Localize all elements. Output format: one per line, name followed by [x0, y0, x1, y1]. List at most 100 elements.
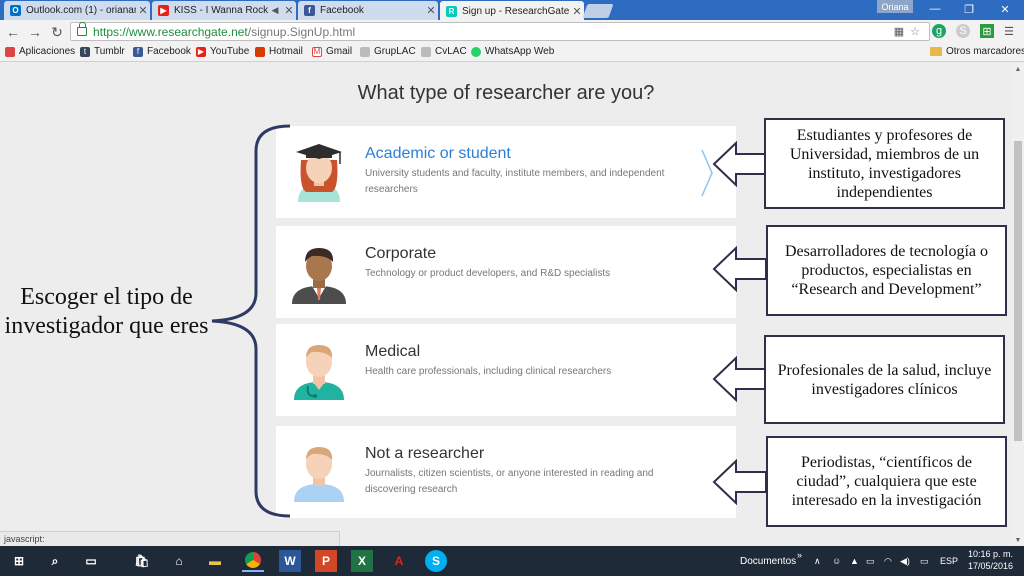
page-title: What type of researcher are you?: [357, 82, 655, 104]
browser-tab-strip: O Outlook.com (1) - orianar ✕ ▶ KISS - I…: [0, 0, 1024, 21]
home-icon[interactable]: ⌂: [168, 550, 190, 572]
bookmark-facebook[interactable]: f Facebook: [133, 46, 191, 57]
facebook-icon: f: [133, 46, 143, 57]
back-icon[interactable]: ←: [4, 23, 22, 41]
close-icon[interactable]: ✕: [136, 4, 150, 17]
bookmark-youtube[interactable]: ▶ YouTube: [196, 46, 249, 57]
tab-outlook[interactable]: O Outlook.com (1) - orianar ✕: [4, 1, 150, 20]
option-description: University students and faculty, institu…: [365, 168, 665, 195]
tab-label: Sign up - ResearchGate: [462, 5, 570, 17]
store-icon[interactable]: 🛍: [131, 550, 153, 572]
close-icon[interactable]: ✕: [424, 4, 438, 17]
clock-date[interactable]: 17/05/2016: [968, 561, 1013, 571]
search-icon[interactable]: ⌕: [44, 550, 66, 572]
new-tab-button[interactable]: [582, 4, 614, 18]
annotation-callout: Estudiantes y profesores de Universidad,…: [764, 118, 1005, 209]
window-close-icon[interactable]: ✕: [990, 0, 1020, 18]
extension-icon[interactable]: g: [932, 24, 946, 38]
address-bar[interactable]: https://www.researchgate.net/signup.Sign…: [70, 22, 930, 41]
volume-icon[interactable]: ◀): [900, 556, 910, 567]
outlook-icon: O: [10, 5, 21, 16]
close-icon[interactable]: ✕: [570, 5, 584, 18]
acrobat-icon[interactable]: A: [388, 550, 410, 572]
clock-time[interactable]: 10:16 p. m.: [968, 549, 1013, 559]
other-bookmarks[interactable]: Otros marcadores: [930, 46, 1024, 57]
graduate-avatar-icon: [296, 144, 342, 202]
star-icon[interactable]: ☆: [908, 24, 922, 38]
youtube-icon: ▶: [158, 5, 169, 16]
option-academic[interactable]: Academic or student University students …: [276, 126, 736, 218]
tab-facebook[interactable]: f Facebook ✕: [298, 1, 438, 20]
bookmark-hotmail[interactable]: Hotmail: [255, 46, 303, 57]
bookmark-whatsapp[interactable]: WhatsApp Web: [471, 46, 554, 57]
toolbar-documentos[interactable]: Documentos: [740, 556, 796, 567]
arrow-left-icon: [712, 246, 767, 292]
translate-icon[interactable]: ▦: [892, 24, 906, 38]
close-icon[interactable]: ✕: [282, 4, 296, 17]
forward-icon[interactable]: →: [26, 23, 44, 41]
whatsapp-icon: [471, 46, 481, 57]
bookmark-gmail[interactable]: M Gmail: [312, 46, 352, 57]
gmail-icon: M: [312, 46, 322, 57]
option-not-researcher[interactable]: Not a researcher Journalists, citizen sc…: [276, 426, 736, 518]
reload-icon[interactable]: ↻: [48, 23, 66, 41]
powerpoint-icon[interactable]: P: [315, 550, 337, 572]
option-corporate[interactable]: Corporate Technology or product develope…: [276, 226, 736, 318]
lock-icon: [77, 22, 87, 36]
scroll-thumb[interactable]: [1014, 141, 1022, 441]
restore-icon[interactable]: ❐: [954, 0, 984, 18]
tab-label: KISS - I Wanna Rock N: [174, 5, 268, 16]
scroll-up-icon[interactable]: ▲: [1012, 63, 1024, 75]
option-medical[interactable]: Medical Health care professionals, inclu…: [276, 324, 736, 416]
bookmark-gruplac[interactable]: GrupLAC: [360, 46, 416, 57]
excel-icon[interactable]: X: [351, 550, 373, 572]
word-icon[interactable]: W: [279, 550, 301, 572]
profile-button[interactable]: Oriana: [877, 0, 913, 13]
tab-label: Facebook: [320, 5, 364, 16]
file-explorer-icon[interactable]: ▬: [204, 550, 226, 572]
menu-icon[interactable]: ☰: [1002, 24, 1016, 38]
wifi-icon[interactable]: ◠: [884, 556, 892, 567]
chevron-up-icon[interactable]: ∧: [814, 556, 821, 567]
url-path: /signup.SignUp.html: [247, 24, 356, 39]
skype-extension-icon[interactable]: S: [956, 24, 970, 38]
page-content: What type of researcher are you? Academi…: [0, 63, 1012, 546]
minimize-icon[interactable]: —: [920, 0, 950, 18]
status-bar: javascript:: [0, 531, 340, 546]
arrow-left-icon: [712, 356, 767, 402]
youtube-icon: ▶: [196, 46, 206, 57]
tab-kiss[interactable]: ▶ KISS - I Wanna Rock N ◀ ✕: [152, 1, 296, 20]
gruplac-icon: [360, 46, 370, 57]
person-avatar-icon: [294, 447, 344, 502]
message-icon[interactable]: ▭: [920, 556, 929, 567]
hotmail-icon: [255, 46, 265, 57]
facebook-icon: f: [304, 5, 315, 16]
skype-icon[interactable]: S: [425, 550, 447, 572]
annotation-left-note: Escoger el tipo de investigador que eres: [4, 284, 209, 339]
battery-icon[interactable]: ▭: [866, 556, 875, 567]
chevron-right-icon[interactable]: »: [797, 550, 802, 560]
tab-researchgate[interactable]: R Sign up - ResearchGate ✕: [440, 1, 584, 21]
extension-icon[interactable]: ⊞: [980, 24, 994, 38]
windows-start-icon[interactable]: ⊞: [8, 550, 30, 572]
cvlac-icon: [421, 46, 431, 57]
apps-icon: [5, 46, 15, 57]
network-icon[interactable]: ▲: [850, 556, 859, 566]
scroll-down-icon[interactable]: ▼: [1012, 534, 1024, 546]
bookmark-tumblr[interactable]: t Tumblr: [80, 46, 125, 57]
bookmark-aplicaciones[interactable]: Aplicaciones: [5, 46, 75, 57]
speaker-icon[interactable]: ◀: [268, 5, 282, 16]
curly-brace-annotation: [211, 124, 291, 518]
arrow-left-icon: [712, 141, 767, 187]
option-description: Technology or product developers, and R&…: [365, 268, 611, 279]
page-scrollbar[interactable]: ▲ ▼: [1012, 63, 1024, 546]
bookmark-cvlac[interactable]: CvLAC: [421, 46, 467, 57]
arrow-left-icon: [712, 459, 767, 505]
task-view-icon[interactable]: ▭: [80, 550, 102, 572]
browser-toolbar: ← → ↻ https://www.researchgate.net/signu…: [0, 20, 1024, 43]
language-indicator[interactable]: ESP: [940, 556, 958, 566]
chrome-icon[interactable]: [242, 550, 264, 572]
url-host: https://www.researchgate.net: [93, 24, 248, 39]
windows-taskbar: ⊞ ⌕ ▭ 🛍 ⌂ ▬ W P X A S Documentos » ∧ ☺ ▲…: [0, 546, 1024, 576]
people-icon[interactable]: ☺: [832, 556, 841, 566]
